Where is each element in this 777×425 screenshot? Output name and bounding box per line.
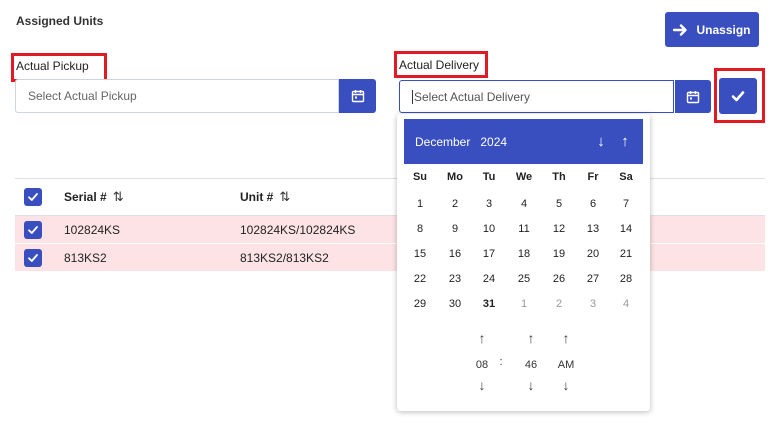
- delivery-input[interactable]: Select Actual Delivery: [399, 80, 674, 113]
- delivery-caret: [412, 89, 413, 104]
- calendar-day[interactable]: 8: [403, 220, 437, 238]
- calendar-day[interactable]: 30: [438, 295, 472, 313]
- column-header-serial[interactable]: Serial # ⇅: [64, 189, 124, 205]
- assigned-units-table: Serial # ⇅ Unit # ⇅ 102824KS 102824KS/10…: [15, 178, 765, 272]
- calendar-day[interactable]: 13: [576, 220, 610, 238]
- calendar-day[interactable]: 23: [438, 270, 472, 288]
- calendar-icon: [351, 90, 364, 103]
- calendar-day[interactable]: 7: [609, 195, 643, 213]
- unassign-button[interactable]: Unassign: [665, 12, 759, 47]
- calendar-day[interactable]: 9: [438, 220, 472, 238]
- table-row[interactable]: 102824KS 102824KS/102824KS: [15, 216, 765, 244]
- calendar-day[interactable]: 15: [403, 245, 437, 263]
- calendar-day[interactable]: 21: [609, 245, 643, 263]
- calendar-day[interactable]: 12: [542, 220, 576, 238]
- calendar-day[interactable]: 19: [542, 245, 576, 263]
- minute-up-arrow-icon[interactable]: ↑: [516, 330, 546, 346]
- arrow-right-icon: [673, 23, 688, 36]
- calendar-day[interactable]: 27: [576, 270, 610, 288]
- pickup-label: Actual Pickup: [16, 59, 89, 73]
- calendar-day[interactable]: 2: [542, 295, 576, 313]
- calendar-day[interactable]: 24: [472, 270, 506, 288]
- checkmark-icon: [731, 91, 745, 102]
- calendar-day[interactable]: 1: [507, 295, 541, 313]
- table-header: Serial # ⇅ Unit # ⇅: [15, 178, 765, 216]
- table-row[interactable]: 813KS2 813KS2/813KS2: [15, 244, 765, 272]
- sort-icon: ⇅: [112, 189, 124, 204]
- calendar-day[interactable]: 11: [507, 220, 541, 238]
- confirm-button[interactable]: [719, 78, 757, 114]
- calendar-day[interactable]: 22: [403, 270, 437, 288]
- sort-icon: ⇅: [279, 189, 291, 204]
- delivery-label: Actual Delivery: [399, 58, 480, 72]
- time-separator: :: [499, 356, 503, 368]
- datepicker-popup: December 2024 ↓ ↑ Su Mo Tu We Th Fr Sa 1…: [397, 114, 650, 411]
- cell-serial: 813KS2: [64, 250, 107, 265]
- calendar-day[interactable]: 4: [609, 295, 643, 313]
- pickup-calendar-button[interactable]: [339, 79, 376, 113]
- hour-down-arrow-icon[interactable]: ↓: [467, 377, 497, 393]
- calendar-day[interactable]: 20: [576, 245, 610, 263]
- column-header-unit[interactable]: Unit # ⇅: [240, 189, 290, 205]
- weekday-label: Sa: [619, 171, 633, 183]
- column-header-serial-label: Serial #: [64, 190, 107, 204]
- row-checkbox[interactable]: [24, 220, 42, 239]
- calendar-day[interactable]: 3: [576, 295, 610, 313]
- checkmark-icon: [28, 225, 38, 234]
- calendar-day[interactable]: 28: [609, 270, 643, 288]
- weekday-label: Th: [552, 171, 566, 183]
- calendar-day[interactable]: 17: [472, 245, 506, 263]
- calendar-day[interactable]: 1: [403, 195, 437, 213]
- unassign-label: Unassign: [696, 22, 751, 37]
- datepicker-header: December 2024 ↓ ↑: [404, 119, 643, 164]
- column-header-unit-label: Unit #: [240, 190, 274, 204]
- calendar-day[interactable]: 29: [403, 295, 437, 313]
- weekday-label: Tu: [482, 171, 496, 183]
- calendar-day[interactable]: 18: [507, 245, 541, 263]
- hour-up-arrow-icon[interactable]: ↑: [467, 330, 497, 346]
- datepicker-year[interactable]: 2024: [480, 135, 507, 149]
- minute-down-arrow-icon[interactable]: ↓: [516, 377, 546, 393]
- calendar-day[interactable]: 2: [438, 195, 472, 213]
- calendar-day[interactable]: 3: [472, 195, 506, 213]
- calendar-day[interactable]: 31: [472, 295, 506, 313]
- calendar-day[interactable]: 5: [542, 195, 576, 213]
- calendar-day[interactable]: 6: [576, 195, 610, 213]
- calendar-day[interactable]: 14: [609, 220, 643, 238]
- minute-value[interactable]: 46: [516, 359, 546, 371]
- calendar-day[interactable]: 10: [472, 220, 506, 238]
- prev-month-arrow-icon[interactable]: ↑: [616, 119, 634, 164]
- calendar-day[interactable]: 4: [507, 195, 541, 213]
- cell-unit: 813KS2/813KS2: [240, 250, 329, 265]
- weekday-label: Su: [412, 171, 428, 183]
- ampm-up-arrow-icon[interactable]: ↑: [551, 330, 581, 346]
- ampm-down-arrow-icon[interactable]: ↓: [551, 377, 581, 393]
- calendar-icon: [686, 90, 700, 103]
- delivery-placeholder: Select Actual Delivery: [414, 89, 531, 104]
- page-title: Assigned Units: [16, 14, 104, 28]
- datepicker-month[interactable]: December: [415, 135, 470, 149]
- next-month-arrow-icon[interactable]: ↓: [592, 119, 610, 164]
- select-all-checkbox[interactable]: [24, 188, 42, 206]
- checkmark-icon: [28, 253, 38, 262]
- weekday-label: We: [515, 171, 533, 183]
- delivery-calendar-button[interactable]: [675, 80, 711, 113]
- checkmark-icon: [28, 193, 38, 201]
- cell-serial: 102824KS: [64, 222, 121, 237]
- weekday-label: Mo: [447, 171, 463, 183]
- calendar-day[interactable]: 26: [542, 270, 576, 288]
- row-checkbox[interactable]: [24, 248, 42, 267]
- calendar-day[interactable]: 25: [507, 270, 541, 288]
- pickup-input[interactable]: Select Actual Pickup: [15, 79, 339, 113]
- weekday-label: Fr: [587, 171, 599, 183]
- ampm-value[interactable]: AM: [551, 359, 581, 371]
- calendar-day[interactable]: 16: [438, 245, 472, 263]
- cell-unit: 102824KS/102824KS: [240, 222, 356, 237]
